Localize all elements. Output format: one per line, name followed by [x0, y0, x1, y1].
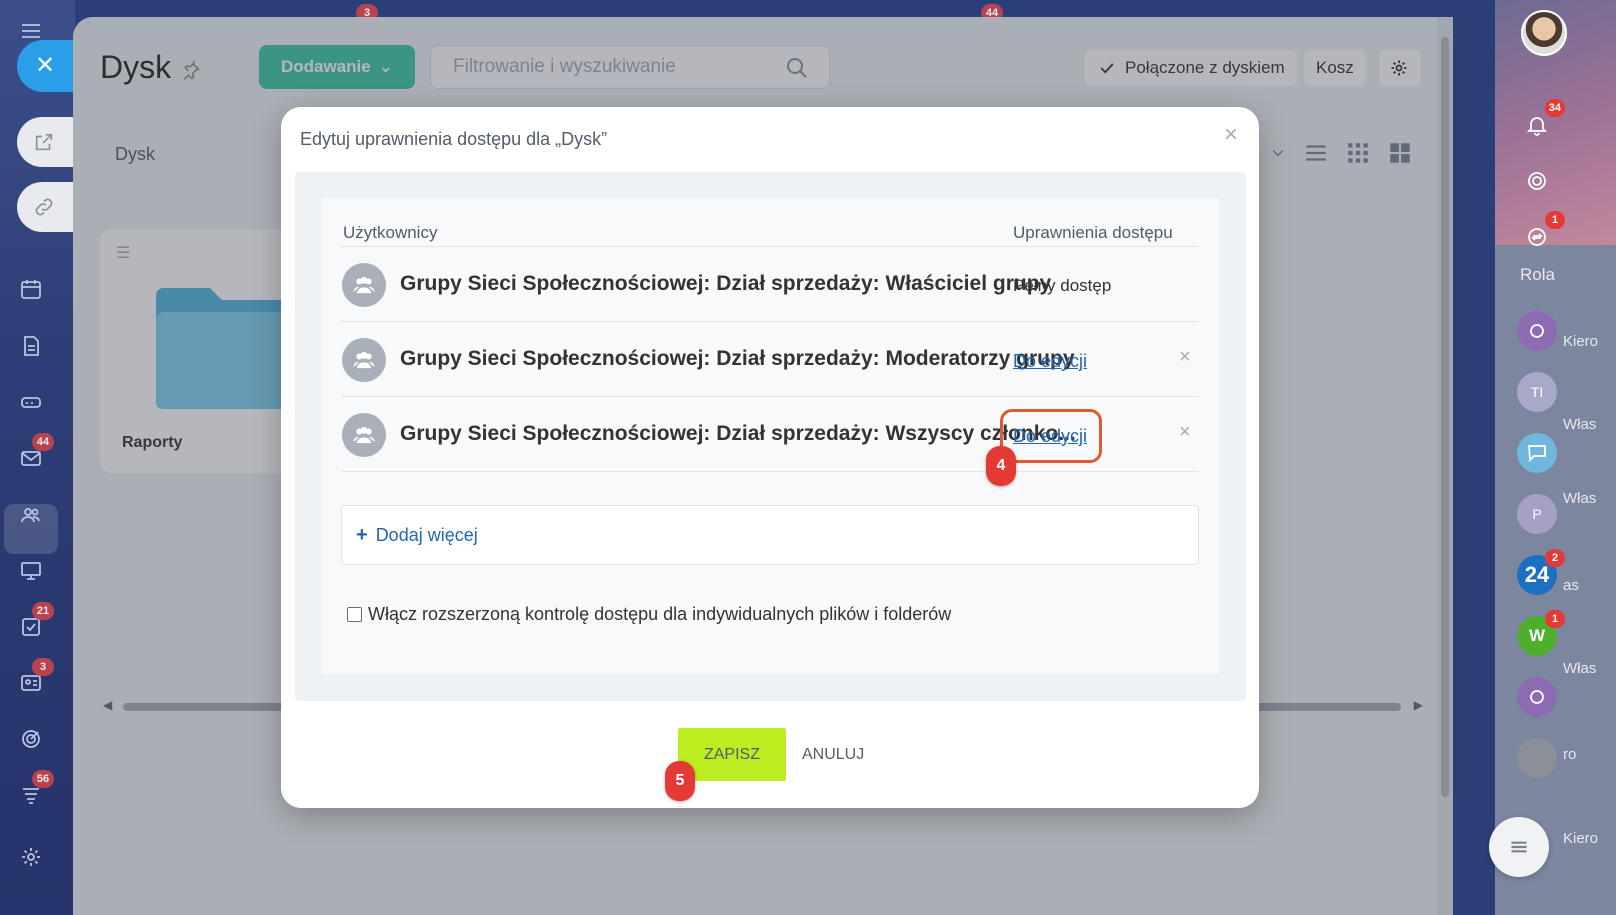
sync-chat-icon[interactable]: 1 — [1517, 211, 1565, 257]
group-name: Grupy Sieci Społecznościowej: Dział sprz… — [400, 347, 1075, 370]
permission-level: Pełny dostęp — [1013, 276, 1112, 295]
bitrix24-logo-icon[interactable]: 24 2 — [1517, 549, 1565, 595]
step-marker-4: 4 — [986, 446, 1016, 486]
chat-list-icon — [1511, 841, 1527, 853]
column-header-permissions: Uprawnienia dostępu — [1013, 223, 1173, 242]
open-chats-button[interactable] — [1489, 817, 1549, 877]
target-icon[interactable] — [16, 724, 46, 754]
contacts-icon[interactable]: 3 — [16, 658, 54, 698]
user-photo-avatar[interactable] — [1517, 738, 1557, 778]
kiero-label-1: Kiero — [1563, 333, 1599, 350]
ro-label: ro — [1563, 746, 1577, 763]
document-icon[interactable] — [16, 331, 46, 361]
avatar-p[interactable]: P — [1517, 494, 1557, 534]
activity-icon[interactable] — [1517, 161, 1557, 201]
notifications-badge: 34 — [1544, 99, 1565, 117]
dialog-body: Użytkownicy Uprawnienia dostępu Grupy Si… — [295, 172, 1246, 701]
w-badge: 1 — [1545, 610, 1565, 628]
close-slider-button[interactable]: ✕ — [17, 40, 77, 92]
mail-icon[interactable]: 44 — [16, 433, 54, 473]
step-marker-5: 5 — [665, 761, 695, 801]
b24-letters: 24 — [1524, 562, 1550, 587]
avatar-ti[interactable]: TI — [1517, 372, 1557, 412]
chat-bubble-icon[interactable] — [1517, 433, 1557, 473]
remove-row-icon[interactable]: × — [1179, 346, 1191, 369]
add-more-label: Dodaj więcej — [375, 524, 478, 545]
dialog-title: Edytuj uprawnienia dostępu dla „Dysk” — [300, 129, 608, 149]
open-in-new-window-button[interactable] — [17, 117, 75, 167]
group-avatar-icon — [342, 263, 386, 307]
avatar-w[interactable]: W 1 — [1517, 610, 1565, 656]
rola-label: Rola — [1520, 265, 1555, 284]
group-avatar-icon — [342, 413, 386, 457]
copy-link-button[interactable] — [17, 182, 75, 232]
right-sidebar: 34 1 Rola Kiero TI Włas Włas P 24 2 as W… — [1495, 0, 1616, 915]
table-row: Grupy Sieci Społecznościowej: Dział sprz… — [341, 247, 1199, 322]
group-chat-icon-2[interactable] — [1517, 677, 1557, 717]
tasks-icon[interactable]: 21 — [16, 602, 54, 642]
tasks-badge: 21 — [32, 602, 54, 620]
dialog-close-icon[interactable]: × — [1219, 123, 1243, 147]
avatar-p-letters: P — [1532, 506, 1542, 522]
avatar-ti-letters: TI — [1530, 384, 1544, 400]
group-name: Grupy Sieci Społecznościowej: Dział sprz… — [400, 272, 1052, 295]
feed-icon[interactable]: 56 — [16, 770, 54, 810]
drive-icon[interactable] — [16, 387, 46, 417]
b24-badge: 2 — [1545, 549, 1565, 567]
close-icon: ✕ — [35, 52, 56, 79]
presentation-icon[interactable] — [16, 556, 46, 586]
external-link-icon — [35, 133, 53, 151]
remove-row-icon[interactable]: × — [1179, 421, 1191, 444]
avatar-w-letters: W — [1528, 626, 1546, 645]
wlas-label-3: Włas — [1563, 660, 1597, 677]
permission-dropdown-link[interactable]: Do edycji — [1013, 351, 1087, 372]
column-header-users: Użytkownicy — [343, 223, 438, 242]
extended-access-label: Włącz rozszerzoną kontrolę dostępu dla i… — [368, 604, 952, 624]
group-avatar-icon — [342, 338, 386, 382]
as-label: as — [1563, 577, 1579, 594]
settings-gear-icon[interactable] — [16, 842, 46, 872]
table-row: Grupy Sieci Społecznościowej: Dział sprz… — [341, 322, 1199, 397]
extended-access-control-option[interactable]: Włącz rozszerzoną kontrolę dostępu dla i… — [347, 604, 951, 625]
notifications-bell-icon[interactable]: 34 — [1517, 99, 1565, 145]
groups-icon[interactable] — [16, 500, 46, 530]
add-more-button[interactable]: + Dodaj więcej — [341, 505, 1199, 565]
link-icon — [35, 198, 53, 216]
kiero-label-2: Kiero — [1563, 830, 1599, 847]
permissions-dialog: Edytuj uprawnienia dostępu dla „Dysk” × … — [281, 107, 1259, 808]
feed-badge: 56 — [32, 770, 54, 788]
mail-badge: 44 — [32, 433, 54, 451]
cancel-button[interactable]: ANULUJ — [802, 746, 864, 764]
plus-icon: + — [356, 523, 368, 546]
sync-badge: 1 — [1545, 211, 1565, 229]
calendar-icon[interactable] — [16, 274, 46, 304]
group-name: Grupy Sieci Społecznościowej: Dział sprz… — [400, 422, 1076, 445]
user-avatar[interactable] — [1521, 10, 1567, 56]
group-chat-icon[interactable] — [1517, 311, 1557, 351]
wlas-label-2: Włas — [1563, 490, 1597, 507]
contacts-badge: 3 — [32, 658, 54, 676]
extended-access-checkbox[interactable] — [347, 607, 362, 622]
wlas-label-1: Włas — [1563, 416, 1597, 433]
